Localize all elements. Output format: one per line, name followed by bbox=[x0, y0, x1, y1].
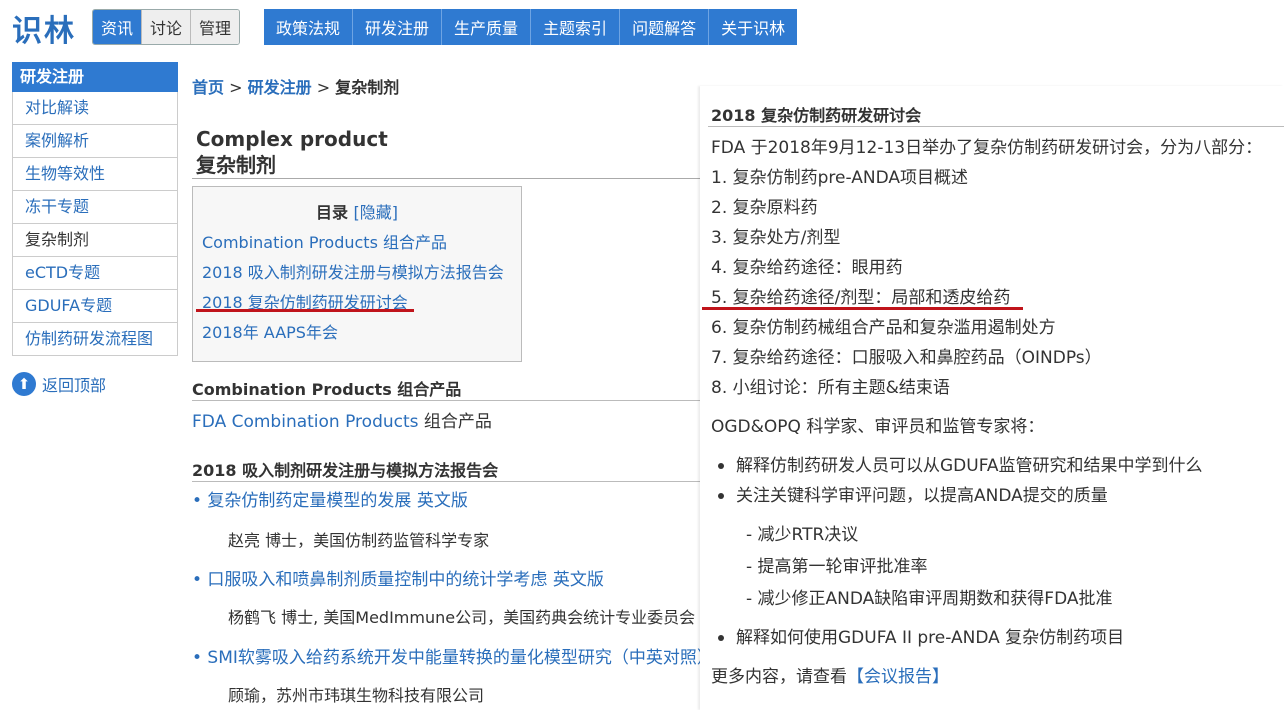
workshop-part: 3. 复杂处方/剂型 bbox=[711, 228, 841, 248]
entry-title[interactable]: • SMI软雾吸入给药系统开发中能量转换的量化模型研究（中英对照） bbox=[192, 648, 700, 668]
workshop-part: 8. 小组讨论：所有主题&结束语 bbox=[711, 378, 950, 398]
page-title: Complex product 复杂制剂 bbox=[196, 126, 388, 178]
sub-item: - 提高第一轮审评批准率 bbox=[746, 557, 928, 577]
nav-about[interactable]: 关于识林 bbox=[708, 9, 798, 45]
breadcrumb-sep: > bbox=[229, 78, 243, 97]
toc-hide-link[interactable]: [隐藏] bbox=[354, 203, 399, 222]
sidebar: 研发注册 对比解读 案例解析 生物等效性 冻干专题 复杂制剂 eCTD专题 GD… bbox=[12, 62, 178, 356]
section-divider bbox=[192, 400, 700, 401]
workshop-part: 5. 复杂给药途径/剂型：局部和透皮给药 bbox=[711, 288, 1011, 308]
sidebar-item-cases[interactable]: 案例解析 bbox=[12, 125, 178, 158]
entry-english-link[interactable]: 英文版 bbox=[553, 570, 604, 590]
workshop-part: 6. 复杂仿制药械组合产品和复杂滥用遏制处方 bbox=[711, 318, 1056, 338]
workshop-part: 4. 复杂给药途径：眼用药 bbox=[711, 258, 903, 278]
bullet-icon bbox=[718, 635, 724, 641]
bullet-icon bbox=[718, 463, 724, 469]
workshop-part: 7. 复杂给药途径：口服吸入和鼻腔药品（OINDPs） bbox=[711, 348, 1102, 368]
list-item[interactable]: • SMI软雾吸入给药系统开发中能量转换的量化模型研究（中英对照） bbox=[192, 643, 700, 668]
breadcrumb-sep: > bbox=[316, 78, 331, 97]
table-of-contents: 目录 [隐藏] Combination Products 组合产品 2018 吸… bbox=[192, 186, 522, 362]
more-label: 更多内容，请查看 bbox=[711, 667, 847, 687]
nav-qa[interactable]: 问题解答 bbox=[619, 9, 709, 45]
toc-item-combination[interactable]: Combination Products 组合产品 bbox=[202, 229, 447, 253]
sidebar-item-lyophilization[interactable]: 冻干专题 bbox=[12, 191, 178, 224]
fda-combination-suffix: 组合产品 bbox=[418, 412, 492, 432]
list-item[interactable]: • 口服吸入和喷鼻制剂质量控制中的统计学考虑 英文版 bbox=[192, 565, 604, 590]
breadcrumb: 首页 > 研发注册 > 复杂制剂 bbox=[192, 74, 399, 98]
back-to-top[interactable]: ⬆ 返回顶部 bbox=[12, 372, 106, 396]
section-heading-inhalation: 2018 吸入制剂研发注册与模拟方法报告会 bbox=[192, 461, 499, 480]
nav-policy[interactable]: 政策法规 bbox=[264, 9, 353, 45]
site-logo[interactable]: 识林 bbox=[12, 6, 76, 50]
workshop-part: 2. 复杂原料药 bbox=[711, 198, 818, 218]
title-divider bbox=[192, 178, 700, 179]
entry-title[interactable]: • 复杂仿制药定量模型的发展 bbox=[192, 491, 411, 511]
toc-title: 目录 bbox=[315, 203, 348, 222]
nav-topic-index[interactable]: 主题索引 bbox=[530, 9, 620, 45]
bullet-text: 关注关键科学审评问题，以提高ANDA提交的质量 bbox=[736, 486, 1108, 506]
sidebar-item-bioequivalence[interactable]: 生物等效性 bbox=[12, 158, 178, 191]
bullet-text: 解释仿制药研发人员可以从GDUFA监管研究和结果中学到什么 bbox=[736, 456, 1203, 476]
sub-item: - 减少修正ANDA缺陷审评周期数和获得FDA批准 bbox=[746, 589, 1113, 609]
fda-combination-link-text[interactable]: FDA Combination Products bbox=[192, 412, 419, 432]
nav-rd-registration[interactable]: 研发注册 bbox=[352, 9, 442, 45]
page-title-cn: 复杂制剂 bbox=[196, 153, 276, 177]
entry-author: 顾瑜，苏州市玮琪生物科技有限公司 bbox=[228, 686, 485, 705]
list-item: 解释仿制药研发人员可以从GDUFA监管研究和结果中学到什么 bbox=[718, 451, 1203, 476]
entry-english-link[interactable]: 英文版 bbox=[417, 491, 468, 511]
sidebar-heading[interactable]: 研发注册 bbox=[12, 62, 178, 92]
section-divider bbox=[708, 126, 1284, 127]
section-heading-workshop: 2018 复杂仿制药研发研讨会 bbox=[711, 106, 922, 125]
entry-title[interactable]: • 口服吸入和喷鼻制剂质量控制中的统计学考虑 bbox=[192, 570, 547, 590]
toc-item-aaps[interactable]: 2018年 AAPS年会 bbox=[202, 319, 338, 343]
segment-discussion[interactable]: 讨论 bbox=[141, 10, 191, 44]
toc-item-inhalation[interactable]: 2018 吸入制剂研发注册与模拟方法报告会 bbox=[202, 259, 504, 283]
list-item: 解释如何使用GDUFA II pre-ANDA 复杂仿制药项目 bbox=[718, 623, 1124, 648]
highlight-underline bbox=[196, 309, 414, 312]
section-heading-combination: Combination Products 组合产品 bbox=[192, 380, 462, 399]
list-item[interactable]: • 复杂仿制药定量模型的发展 英文版 bbox=[192, 486, 468, 511]
back-to-top-label: 返回顶部 bbox=[42, 376, 107, 395]
list-item: 关注关键科学审评问题，以提高ANDA提交的质量 bbox=[718, 481, 1108, 506]
section-divider bbox=[192, 481, 700, 482]
top-nav: 政策法规 研发注册 生产质量 主题索引 问题解答 关于识林 bbox=[264, 9, 798, 45]
bullet-icon bbox=[718, 493, 724, 499]
arrow-up-icon: ⬆ bbox=[12, 372, 36, 396]
breadcrumb-home[interactable]: 首页 bbox=[192, 78, 224, 97]
meeting-report-link[interactable]: 【会议报告】 bbox=[847, 667, 949, 687]
sidebar-item-comparison[interactable]: 对比解读 bbox=[12, 92, 178, 125]
workshop-part: 1. 复杂仿制药pre-ANDA项目概述 bbox=[711, 168, 969, 188]
sidebar-item-flowchart[interactable]: 仿制药研发流程图 bbox=[12, 323, 178, 356]
page-title-en: Complex product bbox=[196, 127, 388, 151]
more-content: 更多内容，请查看【会议报告】 bbox=[711, 662, 949, 687]
entry-author: 杨鹤飞 博士, 美国MedImmune公司，美国药典会统计专业委员会 bbox=[228, 608, 696, 627]
fda-combination-link[interactable]: FDA Combination Products 组合产品 bbox=[192, 407, 492, 432]
sub-item: - 减少RTR决议 bbox=[746, 525, 859, 545]
section-switcher: 资讯 讨论 管理 bbox=[92, 9, 241, 45]
workshop-experts: OGD&OPQ 科学家、审评员和监管专家将： bbox=[711, 417, 1045, 437]
sidebar-item-ectd[interactable]: eCTD专题 bbox=[12, 257, 178, 290]
toc-heading: 目录 [隐藏] bbox=[193, 199, 521, 223]
highlight-underline bbox=[702, 307, 1023, 310]
sidebar-item-complex[interactable]: 复杂制剂 bbox=[12, 224, 178, 257]
breadcrumb-current: 复杂制剂 bbox=[335, 78, 400, 97]
nav-production-quality[interactable]: 生产质量 bbox=[441, 9, 531, 45]
segment-news[interactable]: 资讯 bbox=[93, 10, 142, 44]
sidebar-item-gdufa[interactable]: GDUFA专题 bbox=[12, 290, 178, 323]
breadcrumb-section[interactable]: 研发注册 bbox=[248, 78, 312, 97]
entry-author: 赵亮 博士，美国仿制药监管科学专家 bbox=[228, 531, 490, 550]
segment-manage[interactable]: 管理 bbox=[190, 10, 240, 44]
workshop-intro: FDA 于2018年9月12-13日举办了复杂仿制药研发研讨会，分为八部分： bbox=[711, 138, 1263, 158]
bullet-text: 解释如何使用GDUFA II pre-ANDA 复杂仿制药项目 bbox=[736, 628, 1125, 648]
